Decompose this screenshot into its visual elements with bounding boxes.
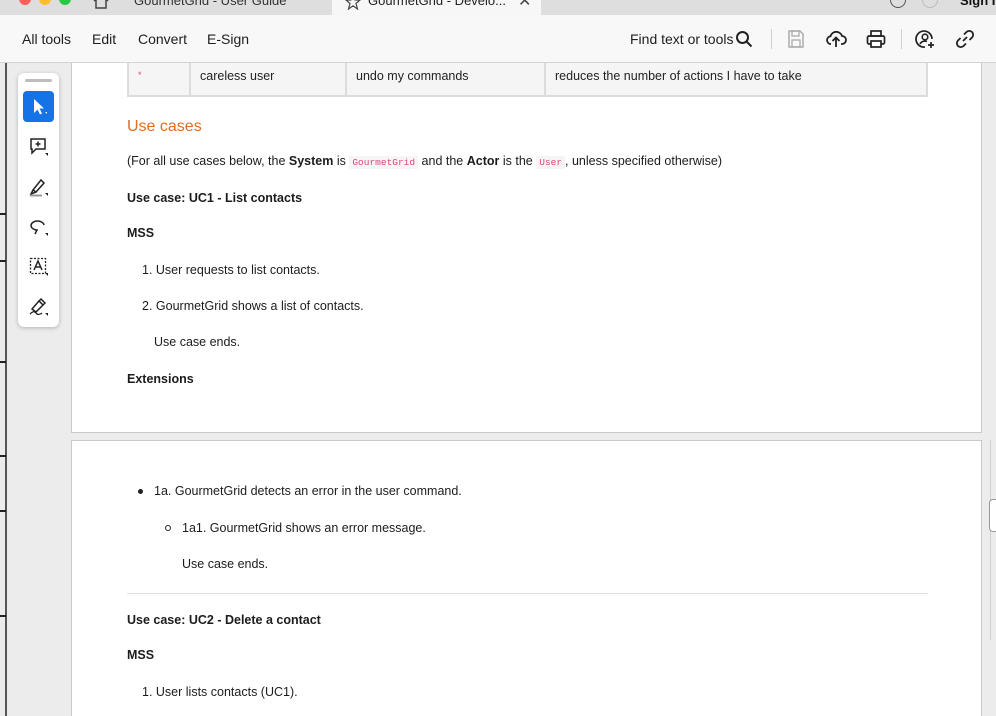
page-edge-tick [0,455,6,457]
intro-text: is the [499,154,537,168]
intro-text: , unless specified otherwise) [565,154,723,168]
star-icon[interactable] [345,0,361,10]
bullet-disc [138,489,143,494]
sign-pen-icon [29,297,48,316]
uc2-mss-label: MSS [127,648,155,662]
step-text: User lists contacts (UC1). [155,685,298,699]
menu-convert[interactable]: Convert [138,31,187,47]
menu-edit[interactable]: Edit [92,31,116,47]
link-icon[interactable] [954,28,976,50]
uc1-ext-1a1: 1a1. GourmetGrid shows an error message. [182,521,426,535]
uc1-ext-end: Use case ends. [182,557,269,571]
uc1-end: Use case ends. [154,335,241,349]
document-page-2: 1a. GourmetGrid detects an error in the … [71,440,982,716]
sign-tool-button[interactable] [23,291,54,322]
help-icon[interactable] [890,0,906,8]
table-cell-as-a: careless user [191,63,347,95]
text-box-icon [29,257,48,276]
select-pointer-icon [34,99,47,115]
intro-text: is [333,154,350,168]
bullet-circle [165,525,171,531]
draw-tool-button[interactable] [23,211,54,242]
home-icon[interactable] [92,0,110,9]
add-comment-tool-button[interactable] [23,131,54,162]
close-tab-icon[interactable]: ✕ [518,0,531,11]
toolbar-divider [901,29,902,49]
uc1-step-1: 1. User requests to list contacts. [142,263,320,277]
page-edge-line [5,63,7,716]
add-comment-icon [30,138,48,156]
page-edge-tick [0,510,6,512]
uc1-mss-label: MSS [127,226,155,240]
intro-text: (For all use cases below, the [127,154,289,168]
minimize-window-button[interactable] [39,0,51,5]
sign-in-link[interactable]: Sign I [960,0,995,8]
document-page-1: * careless user undo my commands reduces… [71,63,982,433]
page-edge-tick [0,361,6,363]
annotation-tool-palette [18,73,59,327]
page-edge-tick [0,615,6,617]
actor-code: User [536,156,566,169]
use-cases-intro: (For all use cases below, the System is … [127,154,723,169]
main-toolbar: All tools Edit Convert E-Sign Find text … [0,15,996,63]
find-text-or-tools[interactable]: Find text or tools [630,31,734,47]
section-divider [127,593,928,594]
highlight-tool-button[interactable] [23,171,54,202]
uc2-title: Use case: UC2 - Delete a contact [127,613,321,627]
print-icon[interactable] [865,28,887,50]
close-window-button[interactable] [19,0,31,5]
uc1-title: Use case: UC1 - List contacts [127,191,303,205]
menu-all-tools[interactable]: All tools [22,31,71,47]
draw-lasso-icon [30,220,48,236]
select-tool-button[interactable] [23,91,54,122]
menu-e-sign[interactable]: E-Sign [207,31,249,47]
share-user-icon[interactable] [914,28,936,50]
search-icon[interactable] [735,30,753,48]
uc1-ext-1a: 1a. GourmetGrid detects an error in the … [154,484,462,498]
uc1-extensions-label: Extensions [127,372,194,386]
right-rail [990,440,991,640]
user-stories-table-row: * careless user undo my commands reduces… [127,63,928,97]
use-cases-heading: Use cases [127,118,202,135]
step-text: GourmetGrid shows a list of contacts. [155,299,364,313]
zoom-window-button[interactable] [59,0,71,5]
page-edge-tick [0,213,6,215]
browser-tab-strip: GourmetGrid - User Guide GourmetGrid - D… [0,0,996,15]
palette-drag-handle[interactable] [25,79,52,82]
step-text: User requests to list contacts. [155,263,320,277]
save-icon[interactable] [785,28,807,50]
table-cell-so-that: reduces the number of actions I have to … [555,69,802,83]
intro-text: and the [418,154,467,168]
cloud-upload-icon[interactable] [825,28,847,50]
tab-developer-guide[interactable]: GourmetGrid - Develo... ✕ [332,0,541,15]
toolbar-divider [771,29,772,49]
notifications-icon[interactable] [922,0,938,8]
page-edge-tick [0,260,6,262]
uc1-step-2: 2. GourmetGrid shows a list of contacts. [142,299,364,313]
system-label: System [288,154,334,168]
tab-title: GourmetGrid - Develo... [368,0,506,8]
uc2-step-1: 1. User lists contacts (UC1). [142,685,298,699]
tab-user-guide[interactable]: GourmetGrid - User Guide [134,0,286,15]
text-box-tool-button[interactable] [23,251,54,282]
system-code: GourmetGrid [349,156,419,169]
side-panel-toggle[interactable] [989,499,996,532]
table-cell-priority: * [129,63,191,95]
actor-label: Actor [466,154,500,168]
highlight-pen-icon [29,178,48,197]
table-cell-i-want-to: undo my commands [347,63,546,95]
